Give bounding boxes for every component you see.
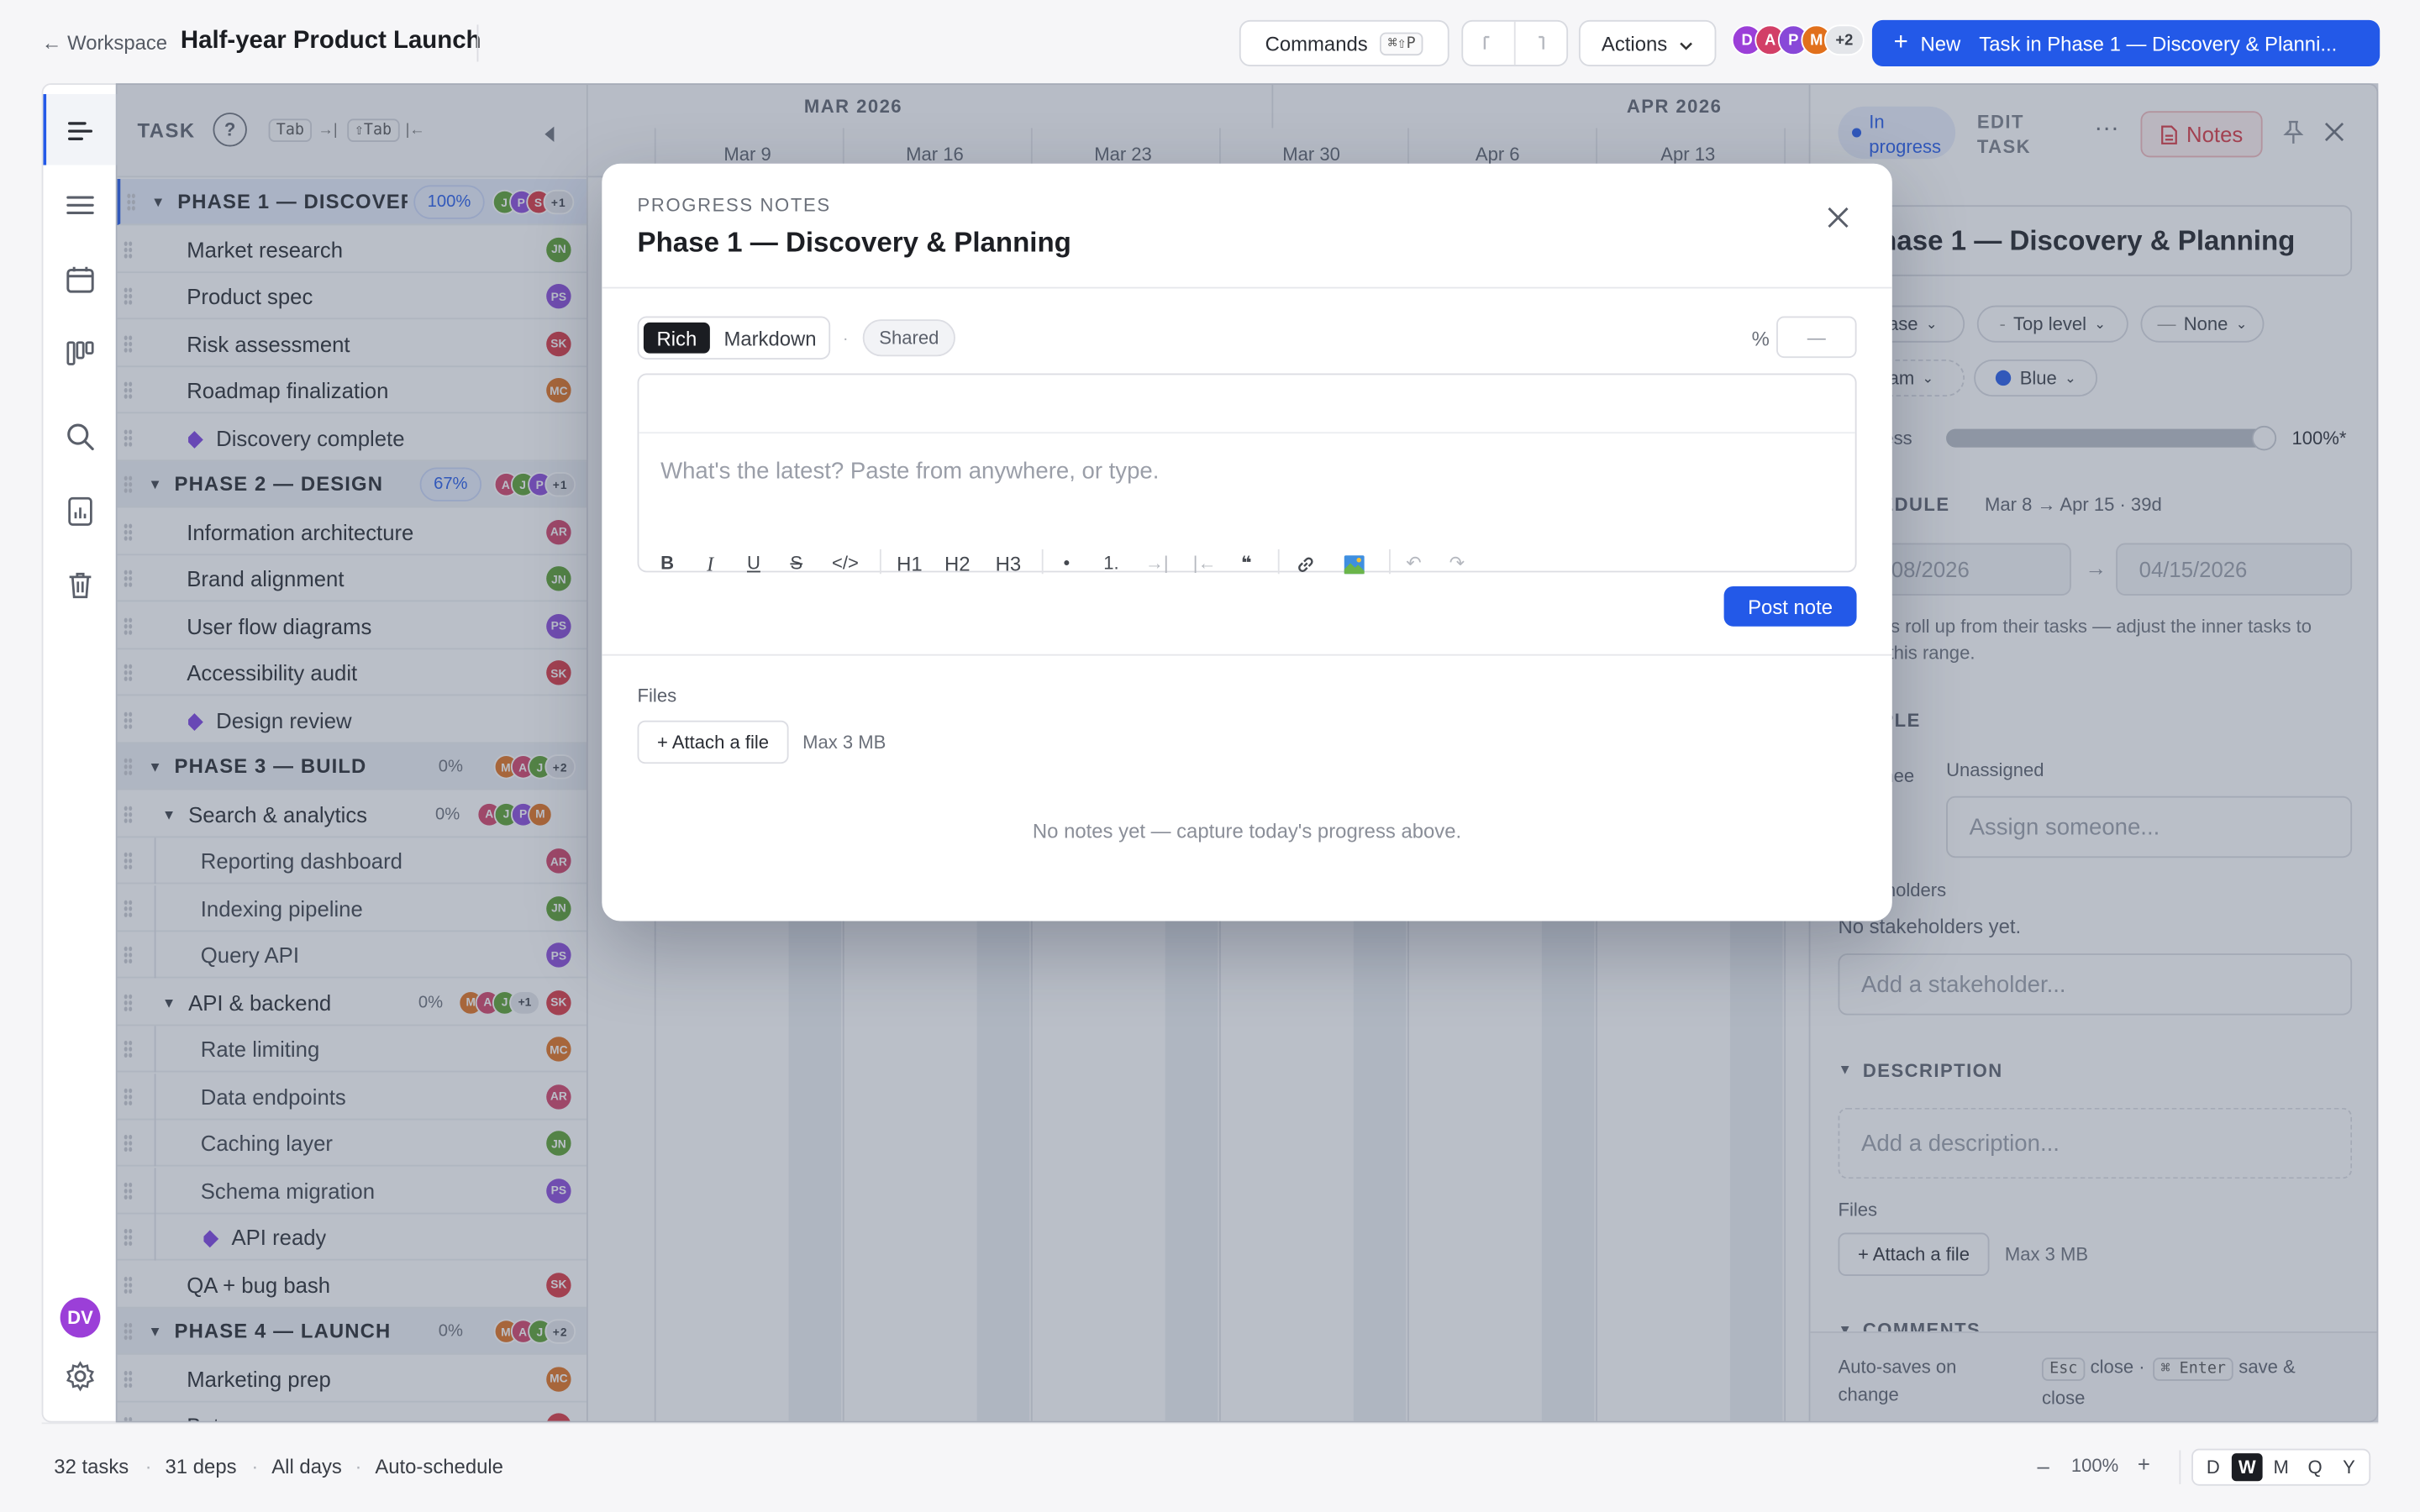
deps-count-value: 31: [165, 1455, 188, 1478]
board-icon[interactable]: [63, 336, 97, 370]
code-button[interactable]: </>: [832, 553, 859, 575]
icon-rail: DV: [43, 85, 118, 1421]
separator-dot: ·: [355, 1455, 362, 1478]
percent-input[interactable]: —: [1776, 316, 1857, 359]
separator-dot: ·: [251, 1455, 259, 1478]
plus-icon: +: [1893, 29, 1908, 56]
list-view-icon[interactable]: [63, 188, 97, 222]
divider: [602, 286, 1892, 289]
blockquote-icon[interactable]: ❝: [1241, 553, 1252, 575]
search-icon[interactable]: [63, 420, 97, 454]
toolbar-divider: [1041, 549, 1044, 575]
zoom-out-button[interactable]: –: [2037, 1453, 2049, 1478]
app-root: ← Workspace Half-year Product Launch Com…: [0, 0, 2420, 1512]
h1-button[interactable]: H1: [897, 553, 923, 576]
back-to-workspace-link[interactable]: ← Workspace: [42, 31, 168, 55]
gantt-view-icon[interactable]: [63, 114, 97, 148]
indent-icon[interactable]: →|: [1145, 553, 1169, 575]
scale-month[interactable]: M: [2265, 1453, 2296, 1481]
avatar-overflow-count: +2: [1823, 24, 1865, 56]
bullet-list-button[interactable]: •: [1063, 553, 1070, 575]
divider: [41, 1422, 2379, 1425]
h2-button[interactable]: H2: [944, 553, 971, 576]
numbered-list-button[interactable]: 1.: [1103, 553, 1118, 575]
new-task-button[interactable]: + New Task in Phase 1 — Discovery & Plan…: [1871, 19, 2381, 66]
max-size-label: Max 3 MB: [802, 731, 886, 753]
user-avatar[interactable]: DV: [60, 1297, 101, 1338]
editor-toolbar: [639, 375, 1855, 434]
scale-week[interactable]: W: [2231, 1453, 2263, 1482]
image-icon[interactable]: [1343, 554, 1366, 583]
settings-gear-icon[interactable]: [63, 1359, 97, 1393]
undo-redo-group: [1461, 19, 1569, 66]
italic-button[interactable]: I: [707, 553, 713, 577]
status-footer: 32 tasks · 31 deps · All days · Auto-sch…: [0, 1422, 2420, 1512]
time-scale-switcher: D W M Q Y: [2191, 1448, 2371, 1486]
task-count-value: 32: [54, 1455, 76, 1478]
chevron-down-icon: [1680, 32, 1694, 55]
actions-menu-button[interactable]: Actions: [1578, 19, 1717, 66]
divider: [2179, 1450, 2181, 1484]
page-title: Half-year Product Launch: [180, 28, 481, 55]
h3-button[interactable]: H3: [996, 553, 1022, 576]
zoom-level: 100%: [2070, 1455, 2119, 1477]
tab-markdown[interactable]: Markdown: [719, 323, 821, 354]
deps-count: 31 deps: [166, 1455, 237, 1478]
new-label: New: [1920, 31, 1961, 55]
redo-icon[interactable]: ↷: [1449, 553, 1465, 575]
commands-shortcut: ⌘⇧P: [1380, 31, 1423, 55]
bold-button[interactable]: B: [660, 553, 674, 575]
modal-eyebrow: PROGRESS NOTES: [637, 194, 831, 217]
scale-day[interactable]: D: [2197, 1453, 2228, 1481]
toolbar-divider: [1389, 549, 1391, 575]
calendar-icon[interactable]: [63, 262, 97, 296]
new-context-label: Task in Phase 1 — Discovery & Planni...: [1979, 31, 2338, 55]
actions-label: Actions: [1601, 31, 1668, 55]
auto-schedule-toggle[interactable]: Auto-schedule: [375, 1455, 503, 1478]
toolbar-divider: [879, 549, 881, 575]
tab-rich[interactable]: Rich: [643, 322, 710, 354]
top-bar: ← Workspace Half-year Product Launch Com…: [0, 0, 2420, 83]
editor-mode-toggle: Rich Markdown: [637, 316, 831, 360]
files-label: Files: [637, 685, 677, 707]
divider: [602, 654, 1892, 656]
shared-toggle[interactable]: Shared: [862, 319, 955, 357]
collaborator-avatars[interactable]: D A P M +2: [1731, 24, 1870, 61]
task-count: 32 tasks: [54, 1455, 129, 1478]
scale-quarter[interactable]: Q: [2300, 1453, 2331, 1481]
outdent-icon[interactable]: |←: [1193, 553, 1217, 575]
progress-notes-modal: PROGRESS NOTES Phase 1 — Discovery & Pla…: [602, 163, 1892, 921]
trash-icon[interactable]: [63, 568, 97, 601]
reports-icon[interactable]: [63, 494, 97, 528]
deps-count-unit: deps: [192, 1455, 237, 1478]
modal-title: Phase 1 — Discovery & Planning: [637, 226, 1071, 258]
close-icon[interactable]: [1828, 207, 1849, 236]
link-icon[interactable]: [1295, 554, 1317, 583]
commands-button[interactable]: Commands ⌘⇧P: [1239, 19, 1449, 66]
empty-notes-text: No notes yet — capture today's progress …: [1032, 819, 1462, 843]
scale-year[interactable]: Y: [2333, 1453, 2365, 1481]
undo-icon[interactable]: [1463, 21, 1515, 66]
attach-file-button[interactable]: + Attach a file: [637, 720, 789, 764]
underline-button[interactable]: U: [747, 553, 760, 575]
undo-icon[interactable]: ↶: [1406, 553, 1421, 575]
separator-dot: ·: [145, 1455, 152, 1478]
percent-label: %: [1751, 327, 1770, 350]
task-count-unit: tasks: [82, 1455, 129, 1478]
note-editor-input[interactable]: What's the latest? Paste from anywhere, …: [660, 458, 1159, 484]
separator-dot: ·: [842, 330, 849, 349]
zoom-in-button[interactable]: +: [2138, 1452, 2150, 1476]
toolbar-divider: [1277, 549, 1280, 575]
commands-label: Commands: [1265, 31, 1368, 55]
redo-icon[interactable]: [1515, 22, 1567, 65]
all-days-toggle[interactable]: All days: [271, 1455, 342, 1478]
post-note-button[interactable]: Post note: [1723, 585, 1857, 627]
divider: [476, 24, 479, 62]
strikethrough-button[interactable]: S: [790, 553, 802, 575]
